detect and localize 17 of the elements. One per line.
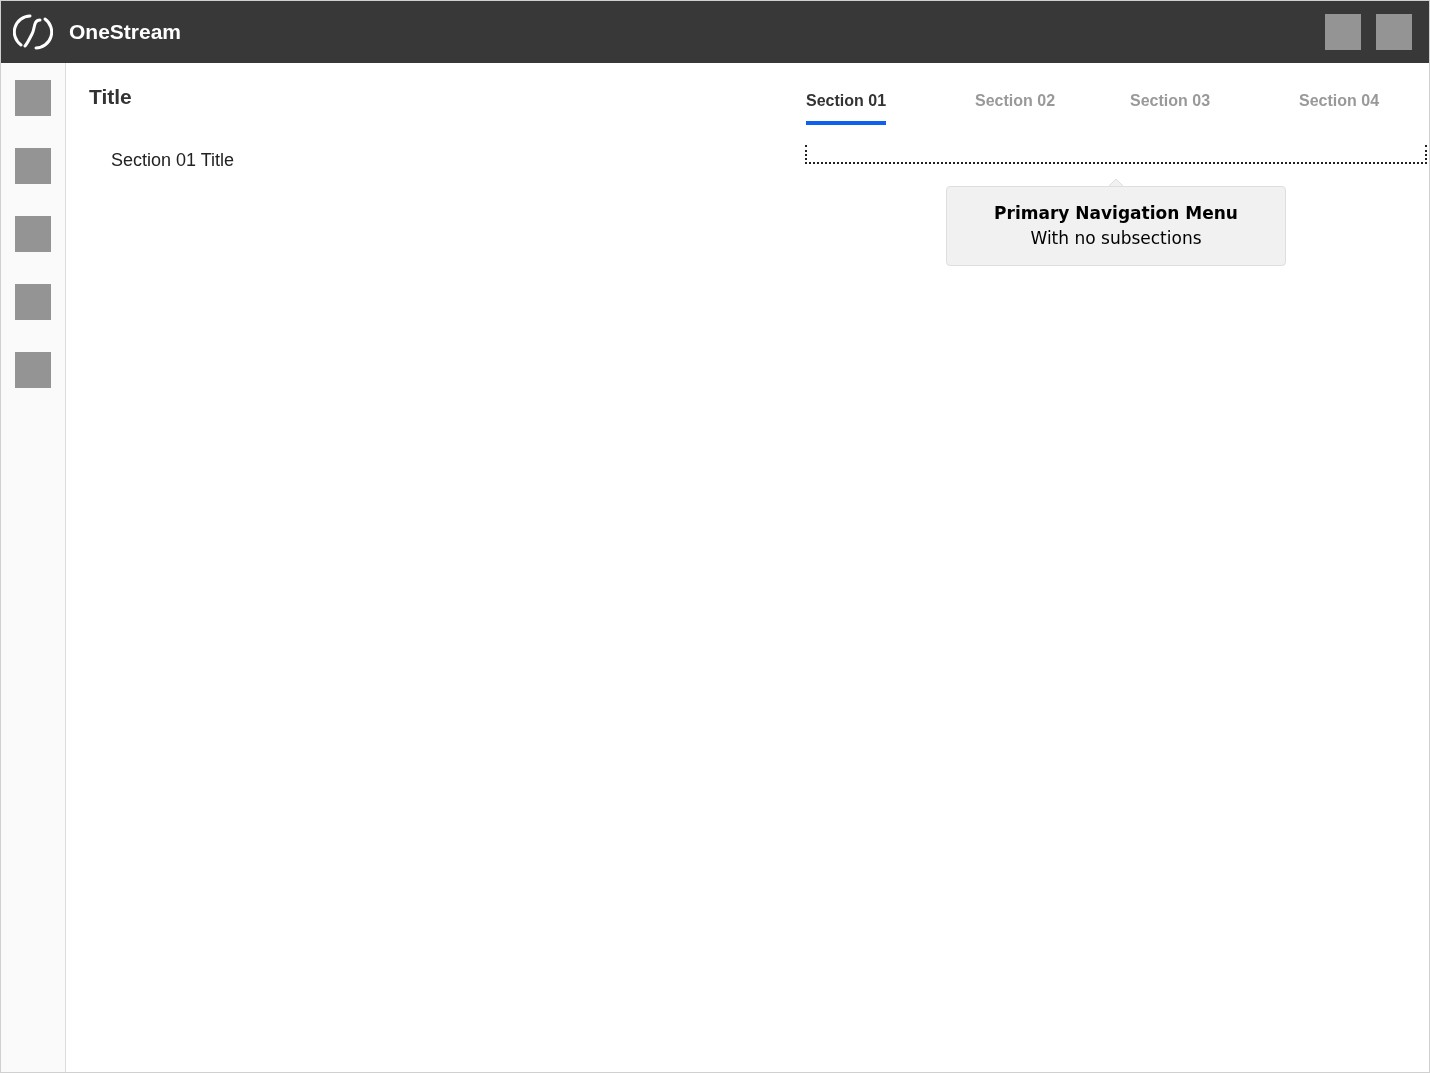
section-tab[interactable]: Section 01 xyxy=(806,89,887,125)
callout-title: Primary Navigation Menu xyxy=(994,201,1238,225)
section-tab[interactable]: Section 02 xyxy=(975,89,1056,125)
header-action-icon[interactable] xyxy=(1376,14,1412,50)
section-tab[interactable]: Section 04 xyxy=(1299,89,1380,125)
callout-subtitle: With no subsections xyxy=(1030,227,1202,250)
sidebar-nav-icon[interactable] xyxy=(15,80,51,116)
section-title: Section 01 Title xyxy=(111,149,235,172)
section-tab[interactable]: Section 03 xyxy=(1130,89,1211,125)
sidebar-nav-icon[interactable] xyxy=(15,148,51,184)
app-name: OneStream xyxy=(69,19,182,46)
sidebar-nav-icon[interactable] xyxy=(15,216,51,252)
sidebar-nav-icon[interactable] xyxy=(15,352,51,388)
sidebar-nav-icon[interactable] xyxy=(15,284,51,320)
header-action-icon[interactable] xyxy=(1325,14,1361,50)
logo-icon xyxy=(13,12,53,52)
page-title: Title xyxy=(89,84,133,110)
